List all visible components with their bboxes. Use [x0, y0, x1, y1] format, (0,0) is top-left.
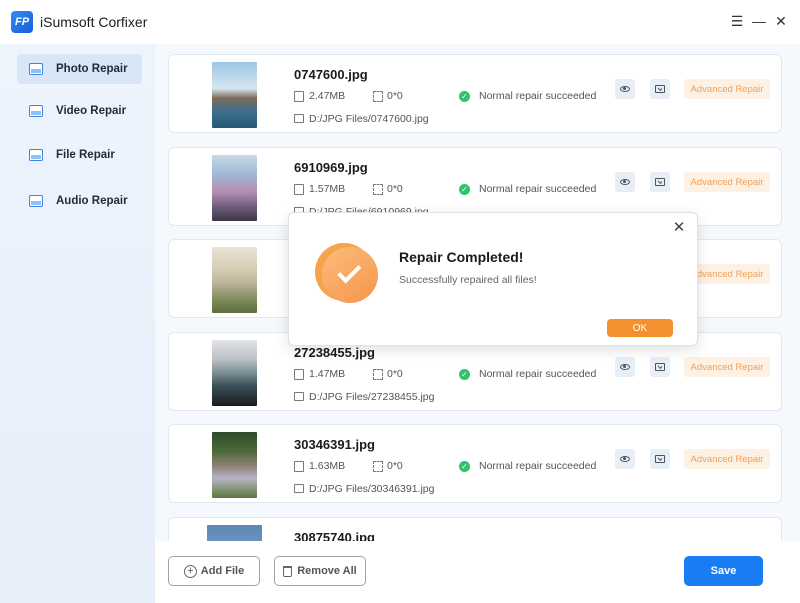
folder-open-icon: [655, 85, 665, 93]
file-name: 6910969.jpg: [294, 160, 368, 175]
file-path: D:/JPG Files/30346391.jpg: [309, 483, 435, 495]
preview-button[interactable]: [615, 357, 635, 377]
file-dimensions: 0*0: [387, 460, 403, 472]
success-icon: ✓: [459, 461, 470, 472]
trash-icon: [283, 565, 293, 577]
list-item: 30346391.jpg 1.63MB 0*0 ✓ Normal repair …: [168, 424, 782, 503]
file-size-icon: [294, 369, 304, 380]
preview-button[interactable]: [615, 172, 635, 192]
eye-icon: [620, 86, 630, 92]
success-icon: ✓: [459, 184, 470, 195]
sidebar-item-audio-repair[interactable]: Audio Repair: [17, 186, 142, 216]
sidebar-item-file-repair[interactable]: File Repair: [17, 140, 142, 170]
open-folder-button[interactable]: [650, 79, 670, 99]
success-check-icon: [322, 247, 378, 303]
list-item: 0747600.jpg 2.47MB 0*0 ✓ Normal repair s…: [168, 54, 782, 133]
folder-icon: [294, 392, 304, 401]
repair-status: Normal repair succeeded: [479, 90, 597, 102]
repair-status: Normal repair succeeded: [479, 368, 597, 380]
plus-icon: +: [183, 564, 197, 578]
file-thumbnail: [212, 62, 257, 128]
eye-icon: [620, 456, 630, 462]
ok-button[interactable]: OK: [607, 319, 673, 337]
eye-icon: [620, 364, 630, 370]
folder-open-icon: [655, 178, 665, 186]
file-thumbnail: [212, 340, 257, 406]
file-dimensions: 0*0: [387, 183, 403, 195]
sidebar-item-photo-repair[interactable]: Photo Repair: [17, 54, 142, 84]
file-size: 1.63MB: [309, 460, 346, 472]
success-icon: ✓: [459, 91, 470, 102]
save-button[interactable]: Save: [684, 556, 763, 586]
app-title: iSumsoft Corfixer: [40, 14, 148, 30]
advanced-repair-button[interactable]: Advanced Repair: [684, 172, 770, 192]
remove-all-label: Remove All: [297, 565, 357, 577]
sidebar-item-label: Audio Repair: [56, 195, 128, 207]
remove-all-button[interactable]: Remove All: [274, 556, 366, 586]
file-thumbnail: [212, 155, 257, 221]
file-name: 30346391.jpg: [294, 437, 375, 452]
title-bar: FP iSumsoft Corfixer ☰ — ✕: [0, 0, 800, 44]
sidebar: Photo Repair Video Repair File Repair Au…: [0, 44, 155, 603]
preview-button[interactable]: [615, 79, 635, 99]
sidebar-item-label: Video Repair: [56, 105, 127, 117]
folder-open-icon: [655, 455, 665, 463]
advanced-repair-button[interactable]: Advanced Repair: [684, 79, 770, 99]
file-path: D:/JPG Files/0747600.jpg: [309, 113, 429, 125]
add-file-label: Add File: [200, 565, 245, 577]
dimensions-icon: [373, 184, 383, 195]
folder-icon: [294, 484, 304, 493]
dimensions-icon: [373, 369, 383, 380]
folder-open-icon: [655, 363, 665, 371]
dialog-close-icon[interactable]: ✕: [672, 220, 686, 235]
file-path: D:/JPG Files/27238455.jpg: [309, 391, 435, 403]
file-size: 1.57MB: [309, 183, 346, 195]
menu-icon[interactable]: ☰: [728, 12, 746, 30]
dialog-title: Repair Completed!: [399, 249, 524, 265]
file-size: 1.47MB: [309, 368, 346, 380]
file-icon: [29, 149, 43, 161]
success-icon: ✓: [459, 369, 470, 380]
file-thumbnail: [212, 432, 257, 498]
eye-icon: [620, 179, 630, 185]
preview-button[interactable]: [615, 449, 635, 469]
open-folder-button[interactable]: [650, 449, 670, 469]
audio-icon: [29, 195, 43, 207]
advanced-repair-button[interactable]: Advanced Repair: [684, 449, 770, 469]
file-name: 27238455.jpg: [294, 345, 375, 360]
minimize-icon[interactable]: —: [750, 12, 768, 30]
repair-completed-dialog: ✕ Repair Completed! Successfully repaire…: [288, 212, 698, 346]
add-file-button[interactable]: + Add File: [168, 556, 260, 586]
sidebar-item-video-repair[interactable]: Video Repair: [17, 96, 142, 126]
dimensions-icon: [373, 461, 383, 472]
dialog-message: Successfully repaired all files!: [399, 274, 537, 286]
file-size-icon: [294, 91, 304, 102]
footer-bar: + Add File Remove All Save: [155, 541, 800, 603]
advanced-repair-button[interactable]: Advanced Repair: [684, 357, 770, 377]
file-size-icon: [294, 461, 304, 472]
sidebar-item-label: File Repair: [56, 149, 115, 161]
repair-status: Normal repair succeeded: [479, 460, 597, 472]
app-logo-icon: FP: [11, 11, 33, 33]
photo-icon: [29, 63, 43, 75]
sidebar-item-label: Photo Repair: [56, 63, 128, 75]
dimensions-icon: [373, 91, 383, 102]
file-thumbnail: [212, 247, 257, 313]
video-icon: [29, 105, 43, 117]
close-icon[interactable]: ✕: [772, 12, 790, 30]
open-folder-button[interactable]: [650, 357, 670, 377]
open-folder-button[interactable]: [650, 172, 670, 192]
file-name: 0747600.jpg: [294, 67, 368, 82]
file-dimensions: 0*0: [387, 368, 403, 380]
file-size-icon: [294, 184, 304, 195]
repair-status: Normal repair succeeded: [479, 183, 597, 195]
folder-icon: [294, 114, 304, 123]
file-size: 2.47MB: [309, 90, 346, 102]
file-dimensions: 0*0: [387, 90, 403, 102]
